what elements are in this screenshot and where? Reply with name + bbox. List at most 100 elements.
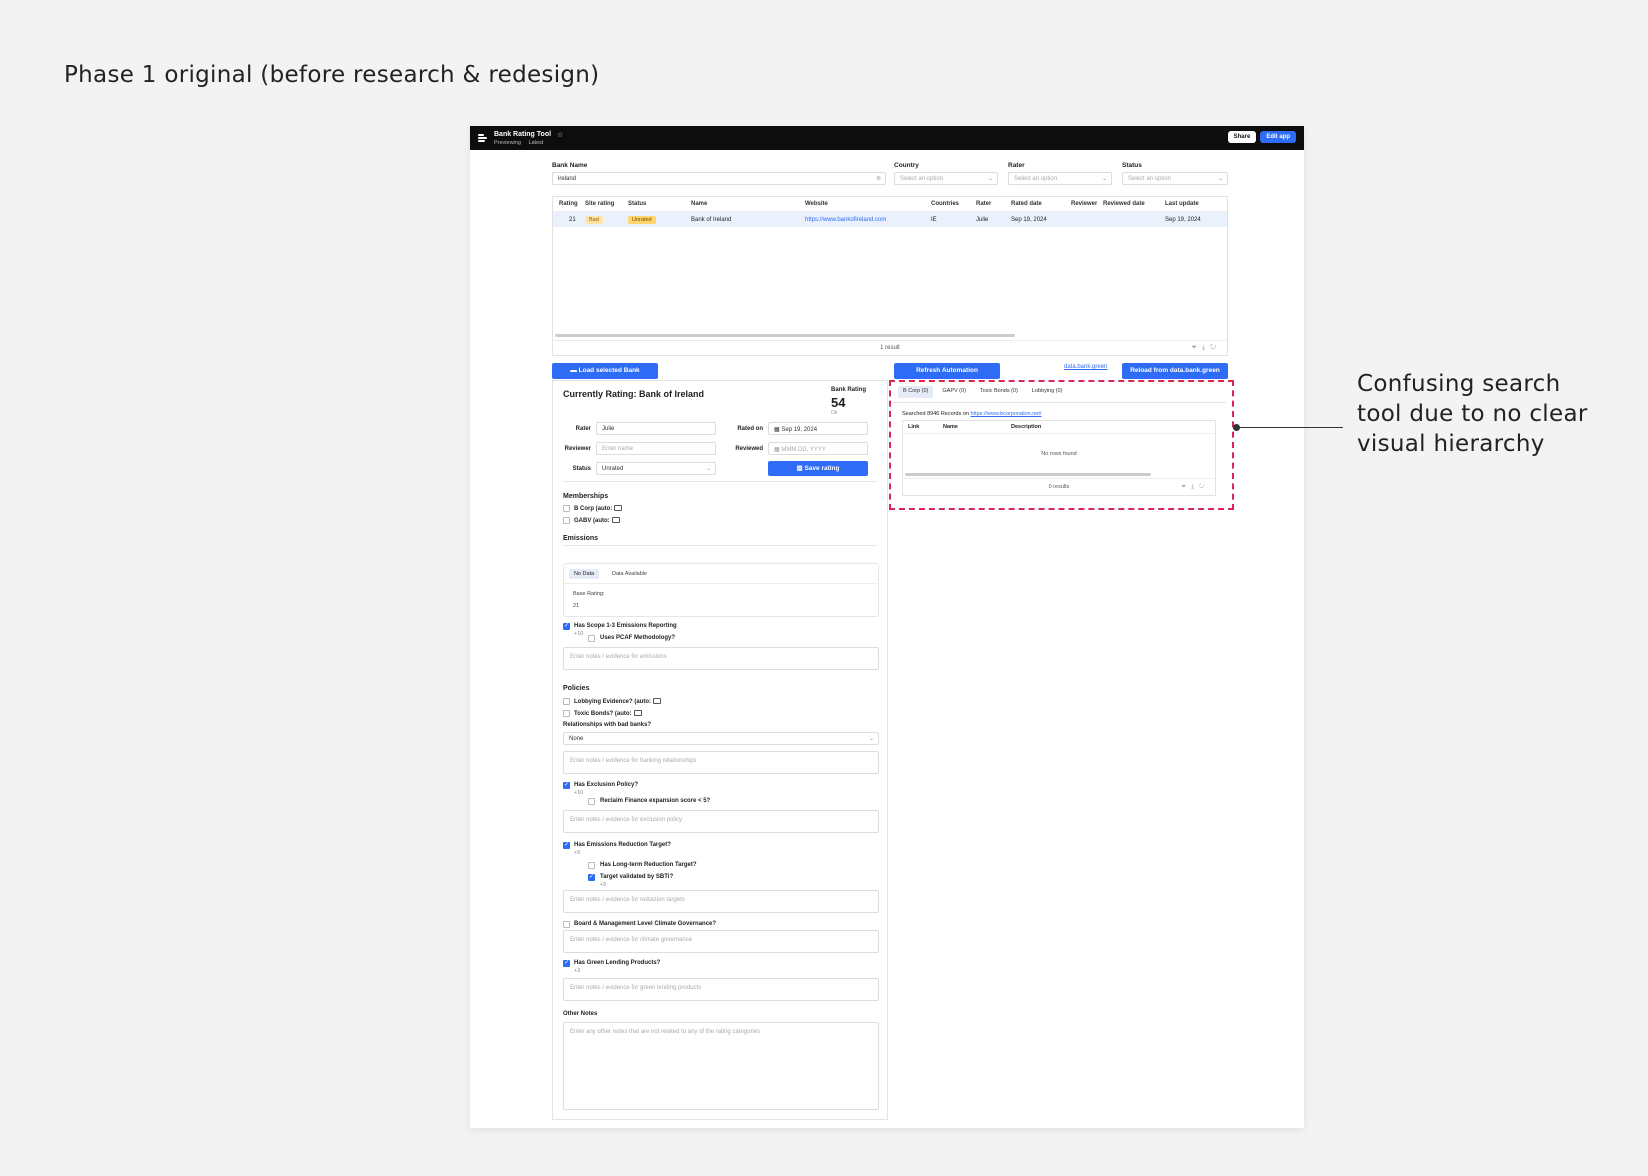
bank-name-input[interactable]: ireland ⊗	[552, 172, 886, 185]
clear-icon[interactable]: ⊗	[876, 175, 881, 182]
rating-panel: Currently Rating: Bank of Ireland Bank R…	[552, 380, 888, 1120]
emissions-notes-input[interactable]: Enter notes / evidence for emissions	[563, 647, 879, 670]
relationships-label: Relationships with bad banks?	[563, 722, 652, 728]
emissions-title: Emissions	[563, 535, 599, 542]
status-input[interactable]: Unrated ⌄	[596, 462, 716, 475]
country-label: Country	[894, 162, 919, 169]
cell-last-update: Sep 19, 2024	[1165, 216, 1201, 223]
pcaf-checkbox[interactable]	[588, 635, 595, 642]
base-rating-label: Base Rating:	[573, 591, 605, 597]
country-select[interactable]: Select an option ⌄	[894, 172, 998, 185]
rating-title: Currently Rating: Bank of Ireland	[563, 389, 705, 399]
exclusion-checkbox[interactable]	[563, 781, 570, 789]
cell-rating: 21	[569, 216, 576, 223]
calendar-icon: ▦	[774, 447, 780, 453]
app-logo-icon	[478, 133, 488, 143]
bank-rating-label: Bank Rating	[831, 387, 867, 393]
col-rating[interactable]: Rating	[559, 201, 578, 207]
tab-data-available[interactable]: Data Available	[612, 571, 647, 577]
version-label[interactable]: Latest	[528, 140, 543, 146]
longterm-checkbox[interactable]	[588, 862, 595, 869]
governance-notes-input[interactable]: Enter notes / evidence for climate gover…	[563, 930, 879, 953]
col-rater[interactable]: Rater	[976, 201, 991, 207]
reviewer-input[interactable]: Enter name	[596, 442, 716, 455]
sbti-checkbox[interactable]	[588, 873, 595, 881]
relationships-value: None	[569, 736, 584, 742]
green-lending-checkbox[interactable]	[563, 959, 570, 967]
chart-icon: ▥	[796, 465, 803, 472]
col-status[interactable]: Status	[628, 201, 646, 207]
data-bank-green-link[interactable]: data.bank.green	[1064, 364, 1107, 370]
gabv-label: GABV (auto:	[574, 517, 620, 524]
bank-rating-value: 54	[831, 395, 846, 410]
rater-input[interactable]: Julie	[596, 422, 716, 435]
cell-website-link[interactable]: https://www.bankofireland.com	[805, 217, 886, 223]
chevron-down-icon: ⌄	[1217, 176, 1223, 182]
toxic-checkbox[interactable]	[563, 710, 570, 717]
table-row[interactable]: 21 Bad Unrated Bank of Ireland https://w…	[553, 212, 1227, 227]
relationships-select[interactable]: None ⌄	[563, 732, 879, 745]
refresh-icon[interactable]: ↻	[1210, 344, 1221, 351]
status-value: Unrated	[602, 466, 624, 472]
rater-filter-label: Rater	[1008, 162, 1025, 169]
chevron-down-icon: ⌄	[987, 176, 993, 182]
rated-on-input[interactable]: ▦ Sep 19, 2024	[768, 422, 868, 435]
bcorp-text: B Corp (auto:	[574, 506, 613, 512]
chevron-down-icon: ⌄	[705, 466, 711, 472]
app-title: Bank Rating Tool	[494, 131, 552, 138]
reviewer-placeholder: Enter name	[602, 446, 634, 452]
col-last-update[interactable]: Last update	[1165, 201, 1199, 207]
green-lending-notes-input[interactable]: Enter notes / evidence for green lending…	[563, 978, 879, 1001]
tab-no-data[interactable]: No Data	[569, 569, 600, 579]
emissions-tab-box: No Data Data Available Base Rating: 21	[563, 563, 879, 617]
policies-title: Policies	[563, 685, 590, 692]
reviewed-input[interactable]: ▦ MMM DD, YYYY	[768, 442, 868, 455]
highlight-box	[889, 380, 1234, 510]
reclaim-checkbox[interactable]	[588, 798, 595, 805]
cell-rater: Julie	[976, 216, 989, 223]
save-rating-button[interactable]: ▥ Save rating	[768, 461, 868, 476]
reload-button[interactable]: Reload from data.bank.green	[1122, 363, 1228, 379]
other-notes-textarea[interactable]: Enter any other notes that are not relat…	[563, 1022, 879, 1110]
horizontal-scrollbar[interactable]	[555, 334, 1015, 337]
filter-icon[interactable]: ⏷	[1191, 344, 1202, 351]
col-site-rating[interactable]: Site rating	[585, 201, 614, 207]
gabv-checkbox[interactable]	[563, 517, 570, 524]
sbti-label: Target validated by SBTi?	[600, 874, 674, 880]
exclusion-notes-input[interactable]: Enter notes / evidence for exclusion pol…	[563, 810, 879, 833]
load-bank-button[interactable]: ▬ Load selected Bank	[552, 363, 658, 379]
governance-checkbox[interactable]	[563, 921, 570, 928]
bank-name-value: ireland	[558, 176, 577, 182]
relationships-notes-input[interactable]: Enter notes / evidence for banking relat…	[563, 751, 879, 774]
status-filter-label: Status	[1122, 162, 1142, 169]
lobbying-checkbox[interactable]	[563, 698, 570, 705]
lobbying-label: Lobbying Evidence? (auto:	[574, 698, 662, 705]
rater-select[interactable]: Select an option ⌄	[1008, 172, 1112, 185]
status-select[interactable]: Select an option ⌄	[1122, 172, 1228, 185]
reviewed-placeholder: MMM DD, YYYY	[781, 447, 826, 453]
edit-app-button[interactable]: Edit app	[1260, 131, 1296, 143]
reduction-notes-input[interactable]: Enter notes / evidence for reduction tar…	[563, 890, 879, 913]
auto-indicator-icon	[611, 517, 620, 523]
callout-line	[1237, 427, 1343, 428]
col-reviewed-date[interactable]: Reviewed date	[1103, 201, 1145, 207]
col-reviewer[interactable]: Reviewer	[1071, 201, 1097, 207]
scope-checkbox[interactable]	[563, 622, 570, 630]
annotation-text: Confusing search tool due to no clear vi…	[1357, 371, 1588, 457]
toxic-text: Toxic Bonds? (auto:	[574, 711, 632, 717]
exclusion-label: Has Exclusion Policy?	[574, 782, 639, 788]
share-button[interactable]: Share	[1227, 131, 1257, 143]
col-website[interactable]: Website	[805, 201, 828, 207]
reduction-checkbox[interactable]	[563, 841, 570, 849]
rated-on-label: Rated on	[737, 426, 763, 432]
refresh-automation-button[interactable]: Refresh Automation	[894, 363, 1000, 379]
cell-countries: IE	[931, 216, 937, 223]
bcorp-checkbox[interactable]	[563, 505, 570, 512]
download-icon[interactable]: ⤓	[1202, 344, 1210, 351]
result-count: 1 result	[880, 345, 900, 351]
col-countries[interactable]: Countries	[931, 201, 959, 207]
col-name[interactable]: Name	[691, 201, 707, 207]
governance-label: Board & Management Level Climate Governa…	[574, 921, 717, 927]
col-rated-date[interactable]: Rated date	[1011, 201, 1042, 207]
star-icon[interactable]: ☆	[557, 131, 563, 139]
